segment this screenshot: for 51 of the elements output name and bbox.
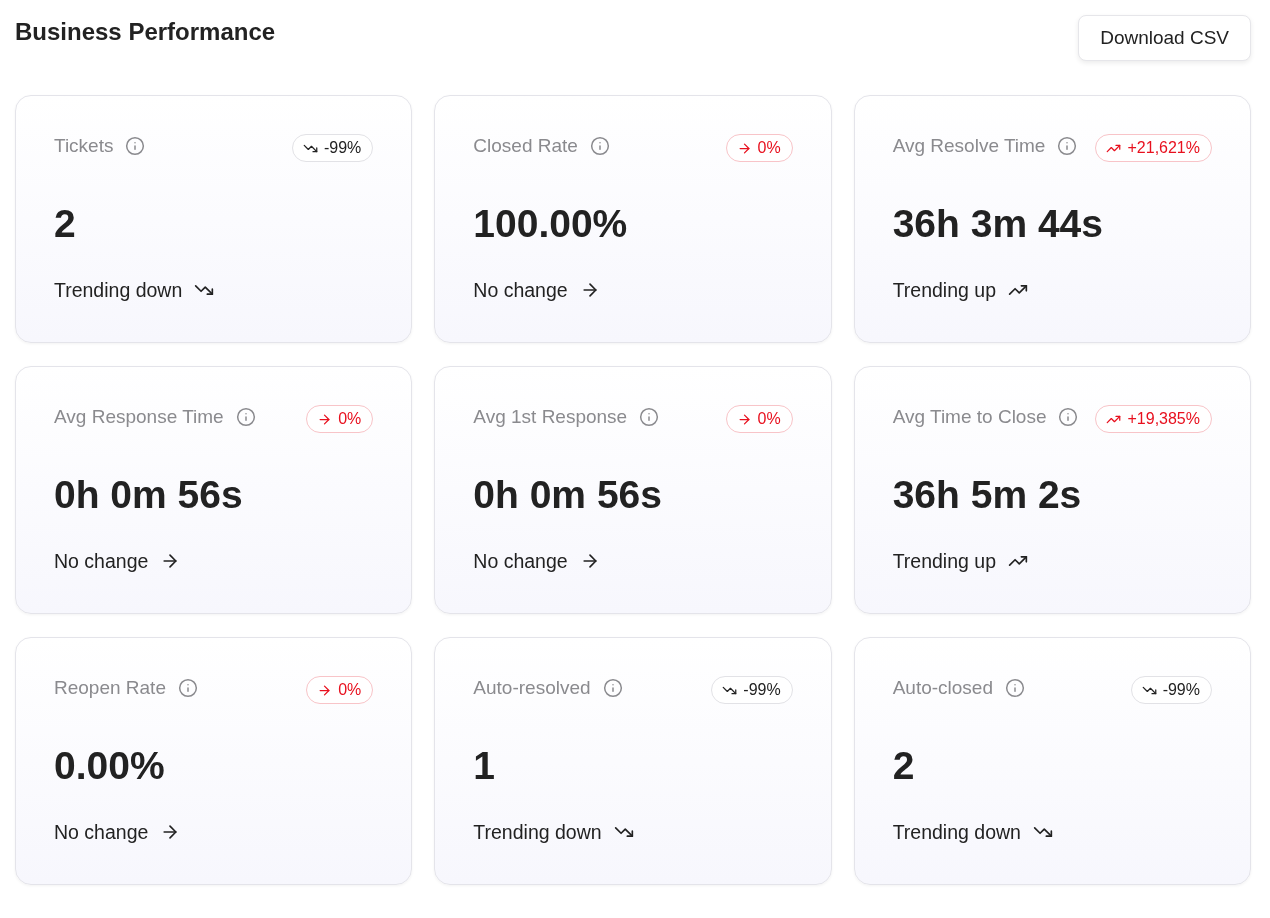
metric-value: 100.00% — [473, 201, 628, 247]
metric-label: Auto-resolved — [473, 676, 591, 699]
change-badge: +19,385% — [1095, 405, 1212, 433]
metric-value: 2 — [892, 743, 915, 789]
download-csv-button[interactable]: Download CSV — [1078, 15, 1251, 61]
trend-summary: No change — [54, 821, 149, 843]
metric-label: Auto-closed — [892, 676, 993, 699]
metric-label: Avg Response Time — [54, 405, 224, 428]
trend-summary: No change — [54, 550, 149, 572]
info-icon[interactable] — [125, 135, 146, 156]
metric-value: 0h 0m 56s — [54, 472, 243, 518]
metric-label: Tickets — [54, 134, 114, 157]
arrow-right-icon — [317, 682, 333, 698]
info-icon[interactable] — [602, 677, 623, 698]
info-icon[interactable] — [1005, 677, 1025, 698]
trend-summary: Trending up — [892, 279, 996, 301]
info-icon[interactable] — [235, 406, 256, 427]
trend-summary: No change — [473, 279, 568, 301]
info-icon[interactable] — [589, 135, 610, 156]
trend-summary: No change — [473, 550, 568, 572]
info-icon[interactable] — [1057, 135, 1078, 156]
arrow-right-icon — [736, 411, 752, 427]
metric-value: 36h 3m 44s — [892, 201, 1103, 247]
info-icon[interactable] — [639, 406, 660, 427]
arrow-right-icon — [317, 411, 333, 427]
metric-value: 2 — [54, 201, 76, 247]
metric-label: Avg 1st Response — [473, 405, 628, 428]
arrow-right-icon — [736, 140, 752, 156]
change-badge: -99% — [291, 134, 374, 162]
change-badge: +21,621% — [1095, 134, 1212, 162]
metric-label: Reopen Rate — [54, 676, 166, 699]
trend-summary: Trending up — [892, 550, 996, 572]
metric-value: 0h 0m 56s — [473, 472, 662, 518]
trend-summary: Trending down — [473, 821, 602, 843]
page-title: Business Performance — [15, 18, 276, 46]
change-badge: -99% — [1130, 676, 1212, 704]
metric-label: Closed Rate — [473, 134, 578, 157]
change-badge: 0% — [725, 134, 793, 162]
metric-value: 1 — [473, 743, 496, 789]
metric-label: Avg Time to Close — [892, 405, 1047, 428]
trend-summary: Trending down — [54, 279, 183, 301]
change-badge: 0% — [306, 676, 374, 704]
trend-summary: Trending down — [892, 821, 1021, 843]
info-icon[interactable] — [1058, 406, 1079, 427]
metric-value: 36h 5m 2s — [892, 472, 1082, 518]
change-badge: 0% — [306, 405, 374, 433]
info-icon[interactable] — [177, 677, 198, 698]
metric-value: 0.00% — [54, 743, 165, 789]
metric-label: Avg Resolve Time — [892, 134, 1046, 157]
change-badge: -99% — [711, 676, 793, 704]
change-badge: 0% — [725, 405, 793, 433]
